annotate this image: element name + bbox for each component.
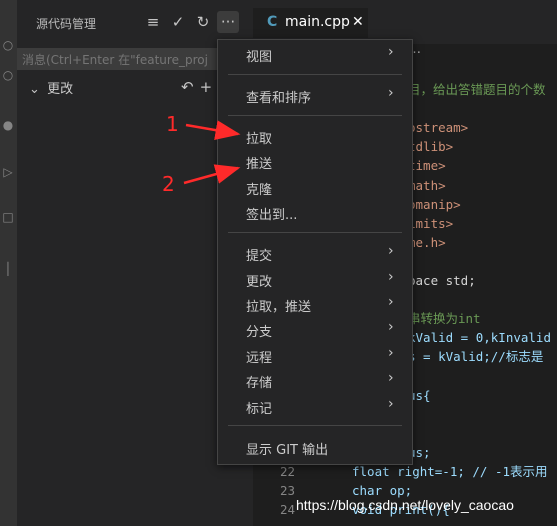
annotation-number-2: 2 [162, 172, 175, 196]
arrow-2 [183, 164, 241, 185]
annotation-arrows [183, 120, 241, 185]
watermark: https://blog.csdn.net/lovely_caocao [296, 497, 514, 513]
annotation-number-1: 1 [166, 112, 179, 136]
arrow-1 [185, 120, 241, 141]
